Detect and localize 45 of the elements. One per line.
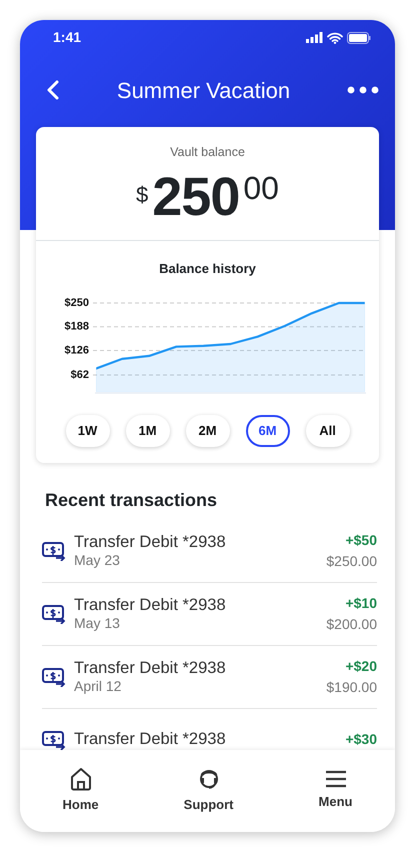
transaction-amount: +$10 xyxy=(344,594,377,613)
battery-icon xyxy=(347,32,371,44)
transfer-icon xyxy=(42,730,66,750)
transaction-date: May 23 xyxy=(74,552,121,569)
range-tab[interactable]: 1W xyxy=(66,414,110,447)
running-balance: $250.00 xyxy=(326,552,377,571)
nav-tab[interactable]: Menu xyxy=(310,766,360,816)
nav-tab[interactable]: Support xyxy=(176,763,242,819)
axis-label: $126 xyxy=(64,344,88,356)
running-balance: $190.00 xyxy=(326,678,377,697)
axis-label: $62 xyxy=(70,368,88,381)
transaction-name: Transfer Debit *2938 xyxy=(74,730,227,750)
status-time: 1:41 xyxy=(53,28,82,47)
range-tab[interactable]: 1M xyxy=(126,414,170,447)
transaction-amount: +$20 xyxy=(344,656,377,676)
balance-amount: 250 xyxy=(152,170,240,224)
transaction-amount: +$50 xyxy=(344,530,377,550)
currency-symbol: $ xyxy=(136,180,148,209)
transfer-icon xyxy=(42,604,66,624)
wifi-icon xyxy=(327,32,343,44)
transfer-icon xyxy=(42,666,66,687)
transaction-name: Transfer Debit *2938 xyxy=(74,658,227,678)
range-tab[interactable]: 2M xyxy=(186,414,230,447)
home-icon xyxy=(70,767,92,792)
transaction-date: April 12 xyxy=(74,678,122,695)
running-balance: $200.00 xyxy=(326,614,377,634)
more-button[interactable] xyxy=(347,86,379,94)
transaction-name: Transfer Debit *2938 xyxy=(74,596,227,615)
range-tab[interactable]: All xyxy=(306,414,350,447)
back-button[interactable] xyxy=(46,80,60,100)
signal-icon xyxy=(306,32,323,43)
chart-title: Balance history xyxy=(159,260,256,276)
balance-label: Vault balance xyxy=(169,144,246,161)
transaction-name: Transfer Debit *2938 xyxy=(74,532,227,552)
section-title: Recent transactions xyxy=(45,488,218,512)
axis-label: $250 xyxy=(64,296,88,309)
transfer-icon xyxy=(42,540,66,561)
axis-label: $188 xyxy=(64,320,88,332)
balance-cents: 00 xyxy=(243,172,279,204)
menu-icon xyxy=(324,770,346,788)
nav-tab[interactable]: Home xyxy=(54,763,107,819)
transaction-amount: +$30 xyxy=(345,730,377,750)
range-tab[interactable]: 6M xyxy=(246,414,290,447)
screen-title: Summer Vacation xyxy=(116,76,290,104)
transaction-date: May 13 xyxy=(74,614,121,632)
